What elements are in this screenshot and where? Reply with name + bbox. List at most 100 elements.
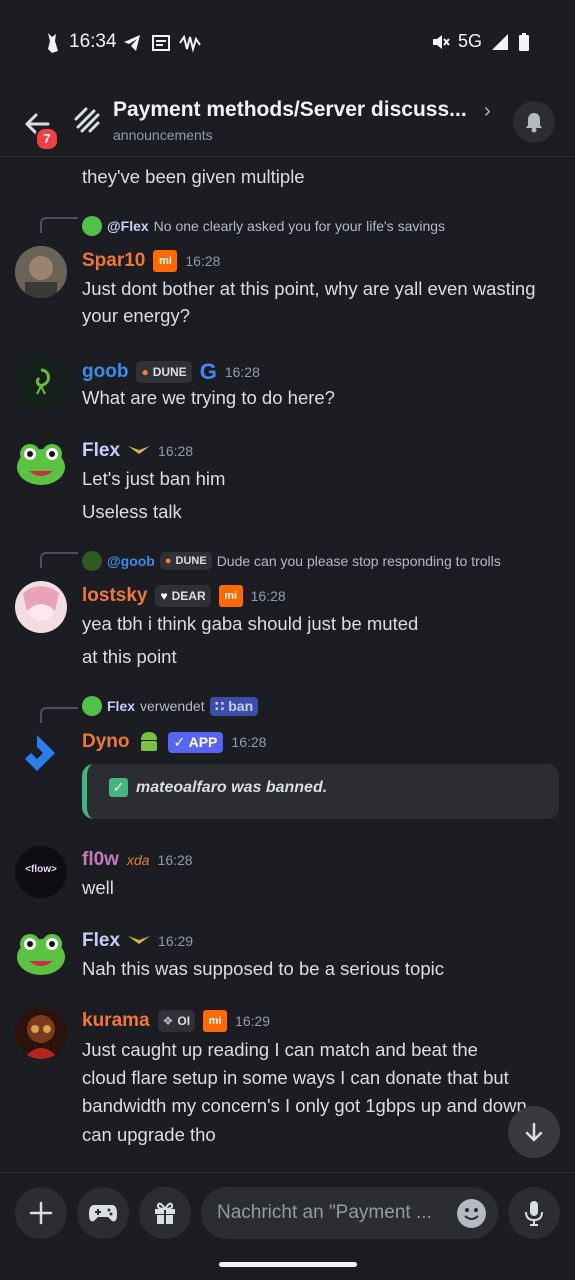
- command-used-text: verwendet: [140, 698, 205, 714]
- author-name[interactable]: goob: [82, 361, 128, 383]
- author-name[interactable]: Dyno: [82, 731, 130, 753]
- reply-connector: [40, 707, 78, 723]
- battery-icon: [519, 32, 529, 51]
- embed-text: mateoalfaro was banned.: [136, 778, 328, 796]
- avatar-image: [15, 246, 67, 298]
- reply-preview[interactable]: @Flex No one clearly asked you for your …: [82, 216, 445, 236]
- avatar[interactable]: [15, 437, 67, 489]
- timestamp: 16:28: [185, 253, 221, 269]
- message-text: can upgrade tho: [82, 1124, 216, 1145]
- check-icon: ✓: [109, 778, 128, 797]
- author-name[interactable]: Flex: [82, 440, 120, 462]
- xiaomi-badge: mi: [203, 1010, 228, 1032]
- clock: 16:34: [69, 31, 117, 52]
- avatar[interactable]: [15, 1007, 67, 1059]
- timestamp: 16:28: [231, 734, 267, 750]
- add-attachment-button[interactable]: [15, 1187, 67, 1239]
- author-name[interactable]: lostsky: [82, 585, 147, 607]
- server-tag: xda: [126, 852, 150, 868]
- message-text: Just dont bother at this point, why are …: [82, 278, 536, 326]
- server-tag-label: DUNE: [175, 555, 207, 567]
- gift-button[interactable]: [139, 1187, 191, 1239]
- app-tag-label: APP: [188, 733, 218, 750]
- reply-author: @Flex: [107, 218, 149, 234]
- author-name[interactable]: Spar10: [82, 250, 145, 272]
- message-text: they've been given multiple: [82, 166, 305, 187]
- avatar-image: [15, 1007, 67, 1059]
- channel-title[interactable]: Payment methods/Server discuss...: [113, 98, 483, 122]
- reply-text: Dude can you please stop responding to t…: [216, 553, 501, 569]
- wings-badge-icon: [128, 936, 151, 944]
- reply-connector: [40, 217, 78, 233]
- server-tag-label: OI: [177, 1014, 191, 1028]
- gift-icon: [155, 1202, 175, 1224]
- avatar-image: [15, 356, 67, 408]
- timestamp: 16:29: [235, 1013, 271, 1029]
- channel-header: Payment methods/Server discuss... announ…: [0, 88, 575, 157]
- message-text: bandwidth my concern's I only got 1gbps …: [82, 1095, 527, 1116]
- server-tag-label: DUNE: [152, 365, 187, 379]
- reply-connector: [40, 552, 78, 568]
- server-tag: ♥ DEAR: [155, 585, 211, 607]
- frog-avatar-mini: [82, 216, 102, 236]
- author-name[interactable]: kurama: [82, 1010, 150, 1032]
- avatar[interactable]: [15, 927, 67, 979]
- avatar[interactable]: <flow>: [15, 846, 67, 898]
- microphone-icon: [525, 1201, 543, 1226]
- server-tag: ❖ OI: [157, 1010, 196, 1032]
- avatar[interactable]: [15, 727, 67, 779]
- message-input[interactable]: Nachricht an "Payment ...: [201, 1187, 498, 1239]
- app-tag: ✓ APP: [167, 731, 224, 753]
- goob-avatar-mini: [82, 551, 102, 571]
- frog-avatar: [15, 927, 67, 979]
- avatar-text: <flow>: [25, 864, 57, 875]
- avatar[interactable]: [15, 581, 67, 633]
- timestamp: 16:28: [157, 852, 193, 868]
- google-badge: G: [199, 359, 217, 384]
- voice-message-button[interactable]: [508, 1187, 560, 1239]
- avatar[interactable]: [15, 246, 67, 298]
- command-user: Flex: [107, 698, 136, 714]
- network-label: 5G: [457, 31, 482, 51]
- command-name: ban: [228, 697, 254, 714]
- home-indicator[interactable]: [219, 1262, 357, 1267]
- forum-channel-icon: [74, 107, 100, 133]
- reply-author: @goob: [107, 553, 155, 569]
- message-text: Nah this was supposed to be a serious to…: [82, 958, 444, 979]
- embed-content: ✓ mateoalfaro was banned.: [109, 778, 327, 797]
- avatar-image: [15, 581, 67, 633]
- chevron-right-icon[interactable]: ›: [484, 100, 491, 123]
- notification-bell-button[interactable]: [513, 101, 555, 143]
- reply-preview[interactable]: @goob ● DUNE Dude can you please stop res…: [82, 551, 501, 571]
- channel-subtitle: announcements: [113, 127, 213, 143]
- command-preview[interactable]: Flex verwendet ∷ ban: [82, 696, 259, 716]
- author-name[interactable]: Flex: [82, 930, 120, 952]
- gamepad-icon: [89, 1205, 117, 1222]
- frog-avatar: [15, 437, 67, 489]
- activities-button[interactable]: [77, 1187, 129, 1239]
- author-name[interactable]: fl0w: [82, 849, 119, 871]
- timestamp: 16:29: [158, 933, 194, 949]
- signal-icon: [492, 33, 508, 50]
- news-icon: [152, 35, 170, 51]
- bot-embed: ✓ mateoalfaro was banned.: [82, 764, 559, 819]
- timestamp: 16:28: [224, 364, 260, 380]
- message-text: cloud flare setup in some ways I can don…: [82, 1067, 509, 1088]
- emoji-button[interactable]: [457, 1199, 486, 1228]
- server-tag: ● DUNE: [136, 361, 192, 383]
- frog-avatar-mini: [82, 696, 102, 716]
- message-text: Let's just ban him: [82, 468, 226, 489]
- slash-command[interactable]: ∷ ban: [209, 696, 259, 716]
- bell-icon: [526, 113, 542, 133]
- plus-icon: [29, 1201, 53, 1225]
- dyno-logo: [15, 727, 67, 779]
- status-icons: 5G: [430, 31, 530, 52]
- xiaomi-badge: mi: [218, 585, 243, 607]
- reply-text: No one clearly asked you for your life's…: [153, 218, 446, 234]
- message-text: Just caught up reading I can match and b…: [82, 1039, 478, 1060]
- mute-icon: [432, 34, 450, 49]
- avatar[interactable]: [15, 356, 67, 408]
- jump-to-bottom-button[interactable]: [508, 1106, 560, 1158]
- message-text: Useless talk: [82, 501, 182, 522]
- message-text: yea tbh i think gaba should just be mute…: [82, 613, 419, 634]
